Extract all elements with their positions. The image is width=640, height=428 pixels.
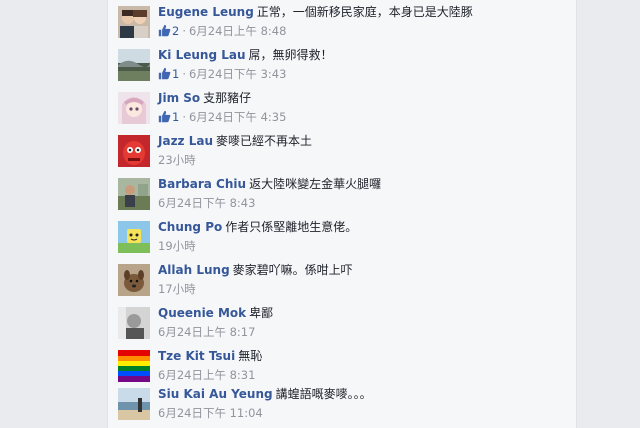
avatar[interactable] xyxy=(118,6,150,38)
avatar[interactable] xyxy=(118,350,150,382)
avatar[interactable] xyxy=(118,307,150,339)
comment-timestamp[interactable]: 6月24日下午 11:04 xyxy=(158,406,263,420)
like-count[interactable]: 1 xyxy=(172,67,179,81)
like-icon[interactable] xyxy=(158,67,171,80)
comment-text: 麥家碧吖嘛。係咁上吓 xyxy=(232,263,353,277)
comments-panel: Eugene Leung 正常，一個新移民家庭，本身已是大陸豚 2 · 6月24日上午… xyxy=(107,0,577,428)
comment-item: Barbara Chiu 返大陸咪變左金華火腿囉 6月24日下午 8:43 xyxy=(118,176,568,218)
avatar[interactable] xyxy=(118,264,150,296)
comment-text: 屌，無卵得救！ xyxy=(248,48,333,62)
comment-timestamp[interactable]: 6月24日上午 8:31 xyxy=(158,368,255,382)
comment-timestamp[interactable]: 6月24日下午 4:35 xyxy=(189,110,286,124)
commenter-name[interactable]: Ki Leung Lau xyxy=(158,48,246,62)
comment-timestamp[interactable]: 6月24日上午 8:17 xyxy=(158,325,255,339)
comment-timestamp[interactable]: 6月24日上午 8:48 xyxy=(189,24,286,38)
comment-timestamp[interactable]: 6月24日下午 3:43 xyxy=(189,67,286,81)
commenter-name[interactable]: Chung Po xyxy=(158,220,222,234)
avatar[interactable] xyxy=(118,49,150,81)
commenter-name[interactable]: Barbara Chiu xyxy=(158,177,246,191)
comment-item: Jazz Lau 麥嘜已經不再本土 23小時 xyxy=(118,133,568,175)
avatar[interactable] xyxy=(118,178,150,210)
comment-text: 返大陸咪變左金華火腿囉 xyxy=(249,177,382,191)
like-count[interactable]: 1 xyxy=(172,110,179,124)
commenter-name[interactable]: Siu Kai Au Yeung xyxy=(158,387,273,401)
comment-item: Tze Kit Tsui 無恥 6月24日上午 8:31 xyxy=(118,348,568,390)
like-icon[interactable] xyxy=(158,24,171,37)
comment-item: Chung Po 作者只係堅離地生意佬。 19小時 xyxy=(118,219,568,261)
comment-item: Siu Kai Au Yeung 講蝗語嘅麥嘜。。。 6月24日下午 11:04 xyxy=(118,386,568,428)
comment-timestamp[interactable]: 6月24日下午 8:43 xyxy=(158,196,255,210)
commenter-name[interactable]: Allah Lung xyxy=(158,263,230,277)
comment-text: 作者只係堅離地生意佬。 xyxy=(225,220,358,234)
comment-text: 卑鄙 xyxy=(249,306,274,320)
commenter-name[interactable]: Jim So xyxy=(158,91,200,105)
comment-timestamp[interactable]: 19小時 xyxy=(158,239,196,253)
comment-text: 支那豬仔 xyxy=(203,91,252,105)
comment-text: 麥嘜已經不再本土 xyxy=(216,134,313,148)
commenter-name[interactable]: Tze Kit Tsui xyxy=(158,349,235,363)
commenter-name[interactable]: Jazz Lau xyxy=(158,134,213,148)
commenter-name[interactable]: Queenie Mok xyxy=(158,306,246,320)
like-count[interactable]: 2 xyxy=(172,24,179,38)
comment-item: Ki Leung Lau 屌，無卵得救！ 1 · 6月24日下午 3:43 xyxy=(118,47,568,89)
like-icon[interactable] xyxy=(158,110,171,123)
commenter-name[interactable]: Eugene Leung xyxy=(158,5,254,19)
comment-timestamp[interactable]: 17小時 xyxy=(158,282,196,296)
avatar[interactable] xyxy=(118,135,150,167)
comment-text: 講蝗語嘅麥嘜。。。 xyxy=(275,387,372,401)
avatar[interactable] xyxy=(118,388,150,420)
comment-item: Eugene Leung 正常，一個新移民家庭，本身已是大陸豚 2 · 6月24日上午… xyxy=(118,4,568,46)
comment-item: Jim So 支那豬仔 1 · 6月24日下午 4:35 xyxy=(118,90,568,132)
avatar[interactable] xyxy=(118,92,150,124)
comment-text: 無恥 xyxy=(238,349,263,363)
comment-item: Queenie Mok 卑鄙 6月24日上午 8:17 xyxy=(118,305,568,347)
comment-item: Allah Lung 麥家碧吖嘛。係咁上吓 17小時 xyxy=(118,262,568,304)
avatar[interactable] xyxy=(118,221,150,253)
comment-timestamp[interactable]: 23小時 xyxy=(158,153,196,167)
comment-text: 正常，一個新移民家庭，本身已是大陸豚 xyxy=(256,5,473,19)
